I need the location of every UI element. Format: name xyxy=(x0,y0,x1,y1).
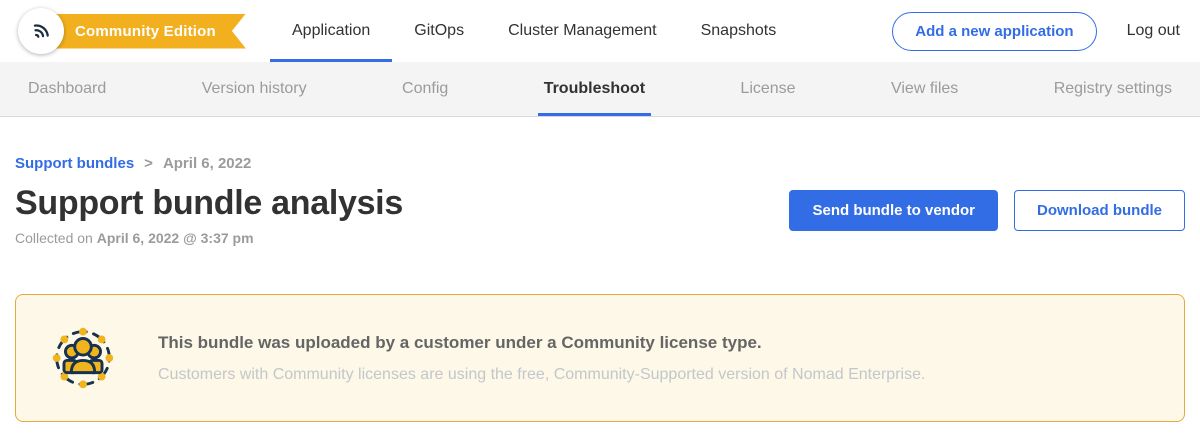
subtab-version-history[interactable]: Version history xyxy=(196,62,313,116)
page-title: Support bundle analysis xyxy=(15,184,403,223)
breadcrumb-current: April 6, 2022 xyxy=(163,155,251,172)
subtab-config[interactable]: Config xyxy=(396,62,454,116)
log-out-link[interactable]: Log out xyxy=(1127,22,1180,40)
community-edition-badge: Community Edition xyxy=(41,14,246,49)
primary-tabs: Application GitOps Cluster Management Sn… xyxy=(270,0,798,62)
page-header-actions: Send bundle to vendor Download bundle xyxy=(789,190,1185,231)
tab-application[interactable]: Application xyxy=(270,0,392,62)
breadcrumb-support-bundles-link[interactable]: Support bundles xyxy=(15,155,134,172)
page-header: Support bundle analysis Collected on Apr… xyxy=(15,184,1185,246)
replicated-logo-icon xyxy=(28,18,54,44)
community-license-banner: This bundle was uploaded by a customer u… xyxy=(15,294,1185,422)
subtab-troubleshoot[interactable]: Troubleshoot xyxy=(538,62,651,116)
collected-date: April 6, 2022 @ 3:37 pm xyxy=(97,230,254,246)
tab-cluster-management[interactable]: Cluster Management xyxy=(486,0,679,62)
community-people-icon xyxy=(44,319,122,397)
page-header-left: Support bundle analysis Collected on Apr… xyxy=(15,184,403,246)
add-new-application-button[interactable]: Add a new application xyxy=(892,12,1096,51)
subtab-license[interactable]: License xyxy=(734,62,801,116)
main-content: Support bundles > April 6, 2022 Support … xyxy=(0,155,1200,422)
tab-gitops[interactable]: GitOps xyxy=(392,0,486,62)
top-nav: Community Edition Application GitOps Clu… xyxy=(0,0,1200,62)
subtab-dashboard[interactable]: Dashboard xyxy=(22,62,112,116)
breadcrumb: Support bundles > April 6, 2022 xyxy=(15,155,1185,172)
banner-text: This bundle was uploaded by a customer u… xyxy=(158,333,925,384)
subtab-view-files[interactable]: View files xyxy=(885,62,964,116)
banner-subtitle: Customers with Community licenses are us… xyxy=(158,366,925,384)
send-bundle-to-vendor-button[interactable]: Send bundle to vendor xyxy=(789,190,998,231)
app-sub-nav: Dashboard Version history Config Trouble… xyxy=(0,62,1200,117)
replicated-logo[interactable] xyxy=(18,8,64,54)
collected-timestamp: Collected on April 6, 2022 @ 3:37 pm xyxy=(15,230,403,246)
tab-snapshots[interactable]: Snapshots xyxy=(679,0,799,62)
subtab-registry-settings[interactable]: Registry settings xyxy=(1048,62,1178,116)
download-bundle-button[interactable]: Download bundle xyxy=(1014,190,1185,231)
banner-title: This bundle was uploaded by a customer u… xyxy=(158,333,925,353)
brand-area: Community Edition xyxy=(18,0,258,62)
top-nav-right: Add a new application Log out xyxy=(892,0,1180,62)
breadcrumb-separator: > xyxy=(144,155,153,172)
collected-prefix: Collected on xyxy=(15,230,97,246)
